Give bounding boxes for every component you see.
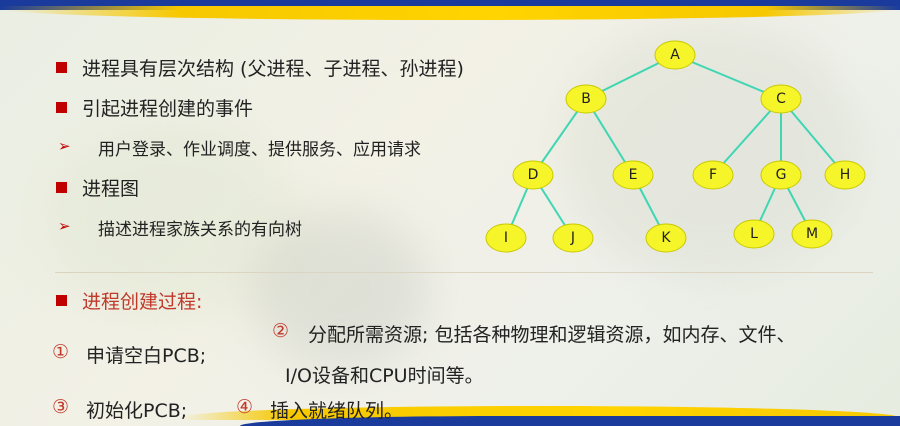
tree-edges: [505, 54, 846, 239]
tree-node-c: C: [760, 84, 802, 114]
tree-node-label: D: [528, 167, 539, 183]
tree-node-i: I: [485, 223, 527, 253]
tree-node-label: F: [709, 167, 717, 183]
tree-node-j: J: [552, 223, 594, 253]
tree-node-e: E: [612, 160, 654, 190]
tree-node-label: L: [750, 226, 758, 242]
tree-node-label: C: [776, 91, 786, 107]
tree-node-label: B: [581, 91, 591, 107]
tree-node-b: B: [565, 84, 607, 114]
tree-node-label: A: [670, 47, 680, 63]
tree-node-label: H: [840, 167, 851, 183]
tree-node-h: H: [824, 160, 866, 190]
tree-node-label: G: [776, 167, 787, 183]
tree-node-label: I: [504, 230, 508, 246]
tree-node-k: K: [645, 223, 687, 253]
tree-node-label: M: [806, 226, 818, 242]
tree-node-d: D: [512, 160, 554, 190]
tree-node-a: A: [654, 40, 696, 70]
tree-node-f: F: [692, 160, 734, 190]
tree-node-label: E: [629, 167, 638, 183]
tree-node-label: J: [570, 230, 575, 246]
process-tree-diagram: A B C D E F G H I J K L M: [485, 40, 866, 253]
tree-node-l: L: [733, 219, 775, 249]
tree-nodes: A B C D E F G H I J K L M: [485, 40, 866, 253]
tree-node-m: M: [791, 219, 833, 249]
tree-node-label: K: [661, 230, 671, 246]
tree-node-g: G: [760, 160, 802, 190]
